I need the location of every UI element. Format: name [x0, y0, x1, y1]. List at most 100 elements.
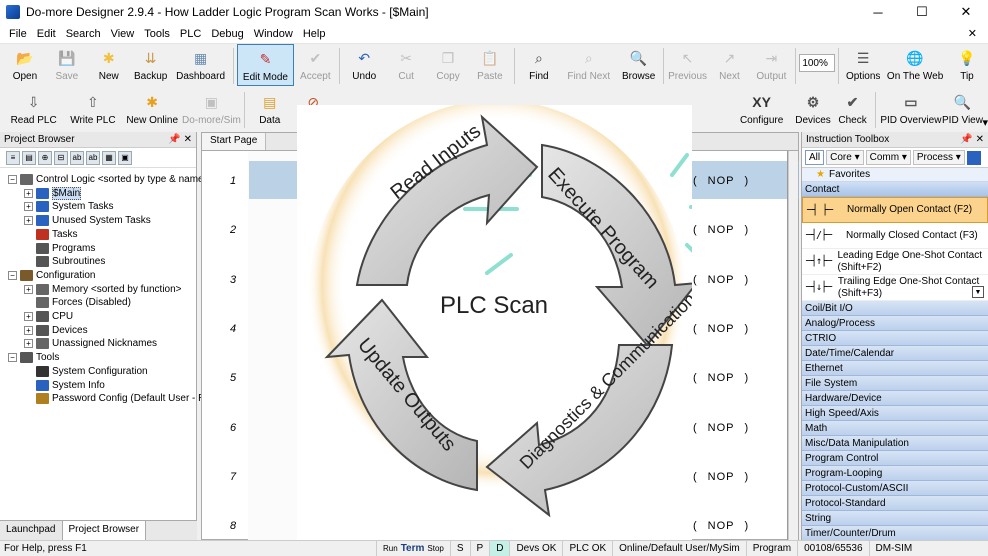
category-file-system[interactable]: File System — [802, 376, 988, 391]
toolbox-view-icon[interactable] — [966, 150, 981, 165]
data-button[interactable]: ▤ Data — [248, 88, 291, 130]
expander-icon[interactable]: + — [24, 188, 33, 198]
expander-icon[interactable]: + — [24, 339, 33, 349]
backup-button[interactable]: ⇊ Backup — [130, 44, 172, 86]
expander-icon[interactable]: − — [8, 175, 17, 184]
filter-all[interactable]: All — [805, 150, 825, 165]
paste-button[interactable]: 📋 Paste — [469, 44, 511, 86]
find-button[interactable]: ⌕ Find — [518, 44, 560, 86]
favorites-row[interactable]: ★ Favorites — [802, 168, 988, 182]
contact-leading-edge-one-shot-contact-shift-f2[interactable]: ─┤↑├─ Leading Edge One-Shot Contact (Shif… — [802, 249, 988, 275]
contact-normally-open-contact-f2[interactable]: ─┤ ├─ Normally Open Contact (F2) — [802, 197, 988, 223]
next-button[interactable]: ↗ Next — [709, 44, 751, 86]
copy-button[interactable]: ❐ Copy — [427, 44, 469, 86]
cut-button[interactable]: ✂ Cut — [385, 44, 427, 86]
menu-window[interactable]: Window — [249, 28, 298, 40]
accept-button[interactable]: ✔ Accept — [294, 44, 336, 86]
vertical-scrollbar[interactable] — [788, 151, 798, 541]
category-misc-data-manipulation[interactable]: Misc/Data Manipulation — [802, 436, 988, 451]
category-program-control[interactable]: Program Control — [802, 451, 988, 466]
category-program-looping[interactable]: Program-Looping — [802, 466, 988, 481]
tab-start-page[interactable]: Start Page — [202, 133, 267, 150]
browser-tool-icon[interactable]: ab — [70, 150, 84, 165]
nop-coil[interactable]: (NOP) — [693, 471, 749, 483]
on-the-web-button[interactable]: 🌐 On The Web — [884, 44, 946, 86]
category-hardware-device[interactable]: Hardware/Device — [802, 391, 988, 406]
zoom-select[interactable]: 100% — [799, 54, 836, 72]
expander-icon[interactable]: + — [24, 216, 33, 226]
menu-search[interactable]: Search — [61, 28, 106, 40]
category-high-speed-axis[interactable]: High Speed/Axis — [802, 406, 988, 421]
nop-coil[interactable]: (NOP) — [693, 422, 749, 434]
tree-node-control-logic-sorted-by-type-name[interactable]: − Control Logic <sorted by type & name> — [8, 173, 209, 186]
browser-tool-icon[interactable]: ▤ — [22, 150, 36, 165]
maximize-button[interactable]: ☐ — [900, 0, 944, 24]
filter-core[interactable]: Core ▾ — [826, 150, 864, 165]
tree-node-system-tasks[interactable]: + System Tasks — [24, 200, 114, 213]
tree-node-memory-sorted-by-function[interactable]: + Memory <sorted by function> — [24, 283, 182, 296]
expander-icon[interactable]: + — [24, 202, 33, 212]
new-button[interactable]: ✱ New — [88, 44, 130, 86]
dashboard-button[interactable]: ▦ Dashboard — [172, 44, 230, 86]
close-button[interactable]: ✕ — [944, 0, 988, 24]
category-analog-process[interactable]: Analog/Process — [802, 316, 988, 331]
category-ethernet[interactable]: Ethernet — [802, 361, 988, 376]
tree-node-cpu[interactable]: + CPU — [24, 310, 73, 323]
tree-node-main[interactable]: + $Main — [24, 186, 82, 200]
tree-node-tools[interactable]: − Tools — [8, 351, 59, 364]
browser-tool-icon[interactable]: ⊕ — [38, 150, 52, 165]
close-document-icon[interactable]: ✕ — [963, 27, 982, 40]
nop-coil[interactable]: (NOP) — [693, 520, 749, 532]
category-protocol-standard[interactable]: Protocol-Standard — [802, 496, 988, 511]
tree-node-forces-disabled[interactable]: Forces (Disabled) — [24, 296, 131, 309]
browser-tool-icon[interactable]: ▦ — [102, 150, 116, 165]
menu-file[interactable]: File — [4, 28, 32, 40]
tree-node-system-configuration[interactable]: System Configuration — [24, 365, 148, 378]
read-plc-button[interactable]: ⇩ Read PLC — [4, 88, 63, 130]
menu-view[interactable]: View — [106, 28, 140, 40]
tree-node-subroutines[interactable]: Subroutines — [24, 255, 105, 268]
configure-button[interactable]: XY Configure — [730, 88, 793, 130]
tree-node-system-info[interactable]: System Info — [24, 379, 105, 392]
category-math[interactable]: Math — [802, 421, 988, 436]
tree-node-password-config-default-user-r[interactable]: Password Config (Default User - R — [24, 392, 205, 405]
nop-coil[interactable]: (NOP) — [693, 372, 749, 384]
expander-icon[interactable]: + — [24, 325, 33, 335]
contact-normally-closed-contact-f3[interactable]: ─┤/├─ Normally Closed Contact (F3) — [802, 223, 988, 249]
tree-node-unused-system-tasks[interactable]: + Unused System Tasks — [24, 214, 151, 227]
do-more-sim-button[interactable]: ▣ Do-more/Sim — [182, 88, 241, 130]
edit-mode-button[interactable]: ✎ Edit Mode — [236, 44, 295, 86]
tree-node-devices[interactable]: + Devices — [24, 324, 88, 337]
expander-icon[interactable]: + — [24, 312, 33, 321]
tab-launchpad[interactable]: Launchpad — [0, 521, 63, 540]
devices-button[interactable]: ⚙ Devices — [793, 88, 833, 130]
expander-icon[interactable]: + — [24, 284, 33, 294]
tree-node-programs[interactable]: Programs — [24, 242, 95, 255]
menu-edit[interactable]: Edit — [32, 28, 61, 40]
category-protocol-custom-ascii[interactable]: Protocol-Custom/ASCII — [802, 481, 988, 496]
browser-tool-icon[interactable]: ≡ — [6, 150, 20, 165]
toolbox-pin-close-icons[interactable]: 📌 ✕ — [960, 134, 984, 145]
expander-icon[interactable]: − — [8, 353, 17, 363]
category-timer-counter-drum[interactable]: Timer/Counter/Drum — [802, 526, 988, 541]
contact-trailing-edge-one-shot-contact-shift-f3[interactable]: ─┤↓├─ Trailing Edge One-Shot Contact (Shi… — [802, 275, 988, 301]
pid-view-dropdown-icon[interactable]: ▾ — [982, 116, 988, 129]
browse-button[interactable]: 🔍 Browse — [618, 44, 660, 86]
nop-coil[interactable]: (NOP) — [693, 323, 749, 335]
open-button[interactable]: 📂 Open — [4, 44, 46, 86]
tree-node-configuration[interactable]: − Configuration — [8, 269, 95, 282]
tab-project-browser[interactable]: Project Browser — [62, 521, 147, 540]
scroll-down-icon[interactable]: ▼ — [972, 286, 984, 298]
nop-coil[interactable]: (NOP) — [693, 224, 749, 236]
nop-coil[interactable]: (NOP) — [693, 274, 749, 286]
pid-overview-button[interactable]: ▭ PID Overview — [879, 88, 942, 130]
nop-coil[interactable]: (NOP) — [693, 175, 749, 187]
pid-view-button[interactable]: 🔍 PID View — [942, 88, 983, 130]
tip-button[interactable]: 💡 Tip — [946, 44, 988, 86]
options-button[interactable]: ☰ Options — [842, 44, 884, 86]
browser-tool-icon[interactable]: ▣ — [118, 150, 132, 165]
check-button[interactable]: ✔ Check — [833, 88, 873, 130]
save-button[interactable]: 💾 Save — [46, 44, 88, 86]
menu-help[interactable]: Help — [298, 28, 331, 40]
menu-debug[interactable]: Debug — [206, 28, 248, 40]
